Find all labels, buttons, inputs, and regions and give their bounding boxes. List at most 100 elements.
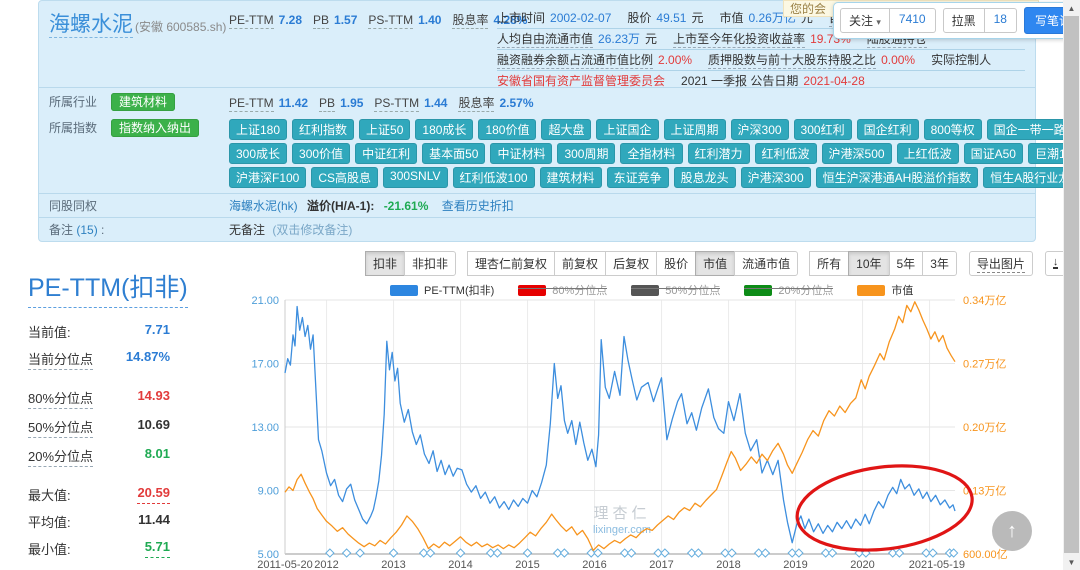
index-tag[interactable]: 红利潜力 [688, 143, 750, 164]
index-tag[interactable]: 基本面50 [422, 143, 485, 164]
back-to-top-button[interactable]: ↑ [992, 511, 1032, 551]
index-tag[interactable]: 300红利 [794, 119, 852, 140]
index-tag[interactable]: 全指材料 [620, 143, 682, 164]
index-tag[interactable]: 沪港深500 [822, 143, 892, 164]
stat-label: 当前分位点 [28, 349, 93, 370]
remark-content[interactable]: 无备注 (双击修改备注) [229, 221, 352, 238]
y-right-tick-label: 0.20万亿 [963, 421, 1006, 434]
index-tag[interactable]: 中证红利 [355, 143, 417, 164]
index-tag[interactable]: 中证材料 [490, 143, 552, 164]
dividend-diamond-marker [457, 549, 465, 557]
index-tag[interactable]: 沪港深300 [741, 167, 811, 188]
block-button[interactable]: 拉黑 [943, 8, 985, 33]
index-tag[interactable]: 东证竞争 [607, 167, 669, 188]
scrollbar[interactable]: ▲ ▼ [1063, 0, 1080, 570]
index-tag[interactable]: 上证周期 [664, 119, 726, 140]
metric: 股息率2.57% [458, 96, 533, 110]
scroll-up-arrow[interactable]: ▲ [1063, 0, 1080, 16]
toolbar-button[interactable]: 理杏仁前复权 [467, 251, 555, 276]
index-tag[interactable]: 180价值 [478, 119, 536, 140]
legend-item[interactable]: 50%分位点 [631, 282, 720, 298]
legend-item[interactable]: PE-TTM(扣非) [390, 282, 494, 298]
toolbar-button[interactable]: 所有 [809, 251, 849, 276]
index-tag[interactable]: 国企红利 [857, 119, 919, 140]
stat-value: 10.69 [137, 417, 170, 438]
index-tag[interactable]: 上证180 [229, 119, 287, 140]
export-image-button[interactable]: 导出图片 [969, 251, 1033, 276]
toolbar-button[interactable]: 扣非 [365, 251, 405, 276]
index-tag[interactable]: 沪深300 [731, 119, 789, 140]
scroll-down-arrow[interactable]: ▼ [1063, 554, 1080, 570]
stat-label: 最小值: [28, 539, 71, 558]
metric-label: 股息率 [458, 96, 494, 112]
scrollbar-thumb[interactable] [1064, 16, 1079, 553]
index-tag[interactable]: 300SNLV [383, 167, 447, 188]
index-tag-row: 300成长300价值中证红利基本面50中证材料300周期全指材料红利潜力红利低波… [229, 143, 1080, 164]
remark-label-cell: 备注 (15) : [49, 221, 229, 238]
hk-stock-link[interactable]: 海螺水泥(hk) [229, 199, 298, 213]
toolbar-button[interactable]: 前复权 [554, 251, 606, 276]
x-tick-label: 2021-05-19 [909, 559, 965, 570]
block-count[interactable]: 18 [985, 8, 1017, 33]
toolbar-button[interactable]: 5年 [889, 251, 924, 276]
stat-value: 20.59 [137, 485, 170, 504]
notice-text-left: 您的会 [790, 0, 826, 17]
index-tag[interactable]: 恒生沪深港通AH股溢价指数 [816, 167, 979, 188]
index-tag[interactable]: CS高股息 [311, 167, 378, 188]
index-tag[interactable]: 300成长 [229, 143, 287, 164]
index-tag[interactable]: 上证国企 [596, 119, 658, 140]
chart-title: PE-TTM(扣非) [28, 268, 188, 308]
legend-item[interactable]: 市值 [857, 282, 913, 298]
index-tag[interactable]: 300周期 [557, 143, 615, 164]
legend-item[interactable]: 20%分位点 [744, 282, 833, 298]
stat-value: 7.71 [145, 322, 170, 341]
index-in-out-button[interactable]: 指数纳入纳出 [111, 119, 199, 137]
index-tag[interactable]: 超大盘 [541, 119, 591, 140]
index-tag[interactable]: 上证50 [359, 119, 410, 140]
info-segment: 元 [645, 32, 657, 46]
dividend-diamond-marker [828, 549, 836, 557]
toolbar-button[interactable]: 10年 [848, 251, 889, 276]
follow-button-label: 关注 [849, 14, 873, 28]
toolbar-button[interactable]: 市值 [695, 251, 735, 276]
index-tag[interactable]: 国企一带一路 [987, 119, 1073, 140]
remark-colon: : [98, 223, 105, 237]
index-tag[interactable]: 沪港深F100 [229, 167, 306, 188]
legend-swatch [857, 285, 885, 296]
index-tag[interactable]: 红利低波100 [453, 167, 535, 188]
index-tag[interactable]: 股息龙头 [674, 167, 736, 188]
follow-count[interactable]: 7410 [890, 8, 936, 33]
y-left-tick-label: 17.00 [251, 359, 279, 371]
info-segment: 2.00% [658, 53, 692, 67]
industry-tag[interactable]: 建筑材料 [111, 93, 175, 111]
history-discount-link[interactable]: 查看历史折扣 [442, 199, 514, 213]
toolbar-button[interactable]: 后复权 [605, 251, 657, 276]
stat-row: 当前值: 7.71 [28, 322, 170, 341]
index-tag[interactable]: 300价值 [292, 143, 350, 164]
industry-row: 所属行业建筑材料 PE-TTM11.42PB1.95PS-TTM1.44股息率2… [39, 88, 1035, 114]
toolbar-button[interactable]: 3年 [922, 251, 957, 276]
info-segment: 上市至今年化投资收益率 [673, 32, 805, 48]
follow-button[interactable]: 关注 ▾ [840, 8, 890, 33]
industry-label: 所属行业 [49, 95, 97, 109]
remark-count-link[interactable]: (15) [76, 223, 97, 237]
toolbar-button[interactable]: 非扣非 [404, 251, 456, 276]
toolbar-button[interactable]: 股价 [656, 251, 696, 276]
legend-label: PE-TTM(扣非) [424, 285, 494, 297]
index-tag[interactable]: 180成长 [415, 119, 473, 140]
toolbar-button[interactable]: 流通市值 [734, 251, 798, 276]
premium-value: -21.61% [384, 199, 429, 213]
index-tag[interactable]: 上红低波 [897, 143, 959, 164]
remark-value: 无备注 [229, 223, 265, 237]
index-tag[interactable]: 红利指数 [292, 119, 354, 140]
y-right-tick-label: 600.00亿 [963, 548, 1008, 561]
index-tag[interactable]: 建筑材料 [540, 167, 602, 188]
index-tag[interactable]: 800等权 [924, 119, 982, 140]
stat-row: 50%分位点 10.69 [28, 417, 170, 438]
x-tick-label: 2018 [716, 559, 740, 570]
index-tags: 上证180红利指数上证50180成长180价值超大盘上证国企上证周期沪深3003… [229, 119, 1080, 188]
index-tag[interactable]: 红利低波 [755, 143, 817, 164]
legend-item[interactable]: 80%分位点 [518, 282, 607, 298]
index-tag-row: 沪港深F100CS高股息300SNLV 红利低波100建筑材料东证竞争股息龙头沪港… [229, 167, 1080, 188]
index-tag[interactable]: 国证A50 [964, 143, 1023, 164]
